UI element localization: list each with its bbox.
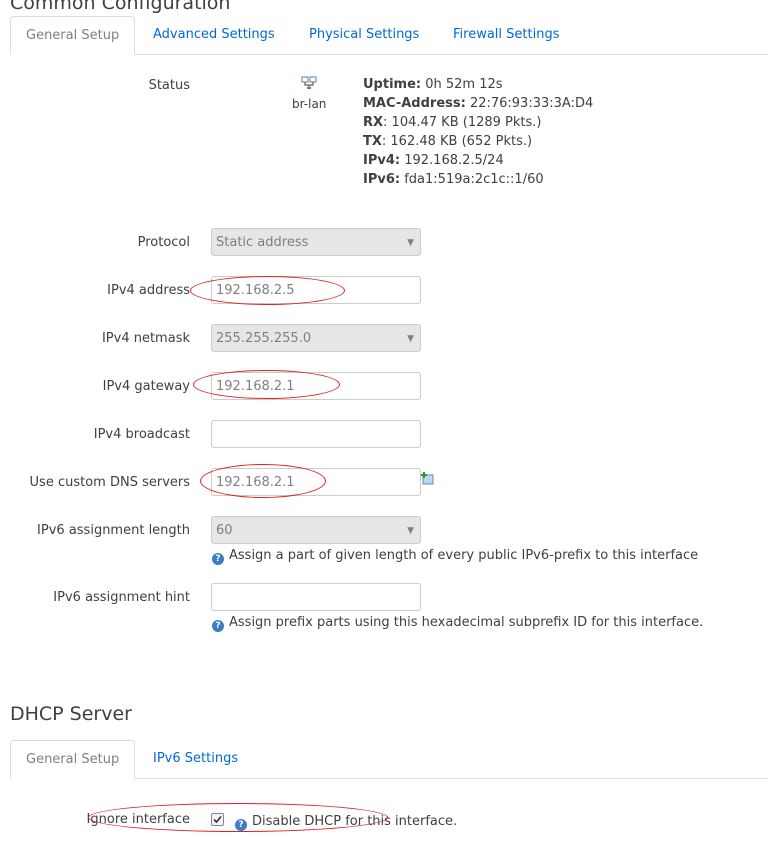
ipv4-address-label: IPv4 address bbox=[107, 283, 190, 298]
ipv6-hint-input[interactable] bbox=[211, 583, 421, 611]
dropdown-arrow-icon: ▼ bbox=[407, 334, 414, 344]
status-line-ipv6: IPv6: fda1:519a:2c1c::1/60 bbox=[363, 172, 544, 187]
tab-firewall-settings[interactable]: Firewall Settings bbox=[438, 16, 574, 53]
common-config-title: Common Configuration bbox=[10, 0, 231, 14]
common-tab-bar: General Setup Advanced Settings Physical… bbox=[10, 16, 768, 55]
ipv4-address-input[interactable]: 192.168.2.5 bbox=[211, 276, 421, 304]
status-line-ipv4: IPv4: 192.168.2.5/24 bbox=[363, 153, 504, 168]
ipv4-broadcast-input[interactable] bbox=[211, 420, 421, 448]
tab-advanced-settings[interactable]: Advanced Settings bbox=[138, 16, 290, 53]
help-icon: ? bbox=[212, 620, 224, 632]
status-details: Uptime: 0h 52m 12s MAC-Address: 22:76:93… bbox=[363, 75, 593, 189]
ipv4-broadcast-label: IPv4 broadcast bbox=[93, 427, 190, 442]
ipv4-gateway-label: IPv4 gateway bbox=[102, 379, 190, 394]
ignore-interface-help: ? Disable DHCP for this interface. bbox=[234, 814, 457, 831]
tab-physical-settings[interactable]: Physical Settings bbox=[294, 16, 434, 53]
protocol-label: Protocol bbox=[137, 235, 190, 250]
device-name: br-lan bbox=[292, 97, 327, 111]
dns-label: Use custom DNS servers bbox=[29, 475, 190, 490]
ignore-interface-label: Ignore interface bbox=[86, 812, 190, 827]
ipv6-hint-help: ? Assign prefix parts using this hexadeci… bbox=[211, 615, 703, 632]
help-icon: ? bbox=[212, 553, 224, 565]
dhcp-tab-bar: General Setup IPv6 Settings bbox=[10, 740, 768, 779]
protocol-select[interactable]: Static address ▼ bbox=[211, 228, 421, 256]
dhcp-tab-general-setup[interactable]: General Setup bbox=[10, 740, 136, 779]
help-icon: ? bbox=[235, 819, 247, 831]
ipv6-length-value: 60 bbox=[216, 523, 233, 538]
network-device-icon bbox=[301, 76, 317, 90]
ignore-interface-checkbox[interactable] bbox=[211, 813, 224, 826]
ipv6-length-label: IPv6 assignment length bbox=[37, 523, 190, 538]
status-line-uptime: Uptime: 0h 52m 12s bbox=[363, 77, 503, 92]
ipv6-hint-label: IPv6 assignment hint bbox=[53, 590, 190, 605]
status-line-mac: MAC-Address: 22:76:93:33:3A:D4 bbox=[363, 96, 594, 111]
ipv6-length-select[interactable]: 60 ▼ bbox=[211, 516, 421, 544]
ipv4-netmask-select[interactable]: 255.255.255.0 ▼ bbox=[211, 324, 421, 352]
dns-input[interactable]: 192.168.2.1 bbox=[211, 468, 421, 496]
ipv4-gateway-input[interactable]: 192.168.2.1 bbox=[211, 372, 421, 400]
add-entry-icon[interactable] bbox=[421, 472, 435, 486]
dhcp-server-title: DHCP Server bbox=[10, 703, 132, 725]
status-label: Status bbox=[148, 78, 190, 93]
ipv4-netmask-label: IPv4 netmask bbox=[101, 331, 190, 346]
status-line-rx: RX: 104.47 KB (1289 Pkts.) bbox=[363, 115, 542, 130]
tab-general-setup[interactable]: General Setup bbox=[10, 16, 136, 55]
dhcp-tab-ipv6-settings[interactable]: IPv6 Settings bbox=[138, 740, 253, 777]
dropdown-arrow-icon: ▼ bbox=[407, 238, 414, 248]
protocol-value: Static address bbox=[216, 235, 309, 250]
ipv6-length-help: ? Assign a part of given length of every … bbox=[211, 548, 698, 565]
status-line-tx: TX: 162.48 KB (652 Pkts.) bbox=[363, 134, 533, 149]
dropdown-arrow-icon: ▼ bbox=[407, 526, 414, 536]
ipv4-netmask-value: 255.255.255.0 bbox=[216, 331, 312, 346]
